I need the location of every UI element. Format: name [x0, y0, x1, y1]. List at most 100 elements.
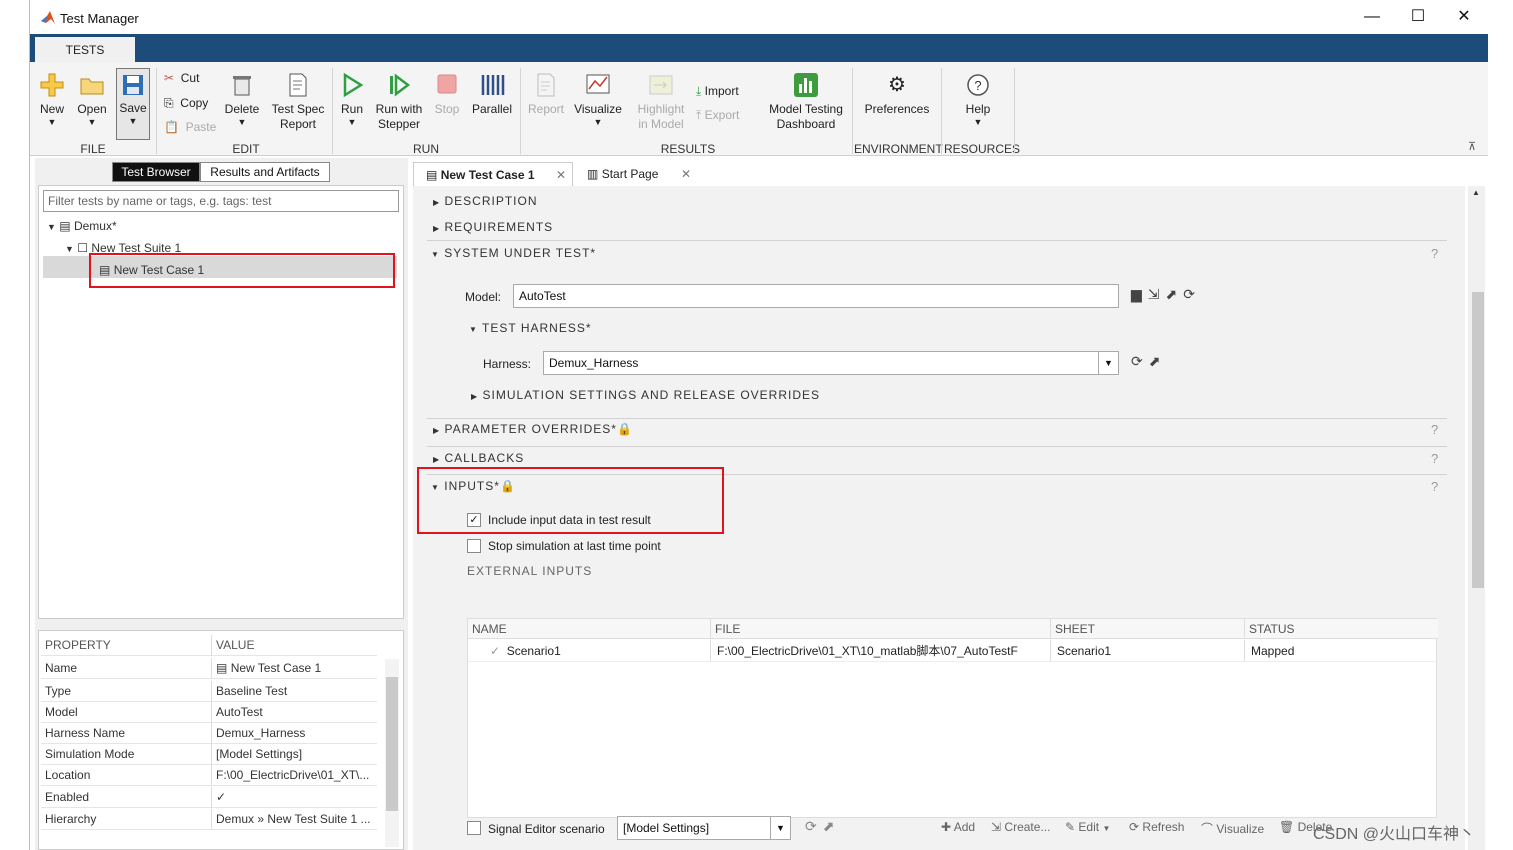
collapse-ribbon-icon[interactable]: ⊼: [1468, 140, 1476, 153]
maximize-button[interactable]: ☐: [1398, 6, 1438, 28]
visualize-icon: ⌒: [1201, 822, 1214, 836]
help-icon[interactable]: ?: [1431, 422, 1438, 437]
divider: [332, 68, 333, 154]
col-file[interactable]: FILE: [711, 619, 1051, 639]
row-checkbox[interactable]: ✓: [490, 644, 500, 658]
stop-button[interactable]: Stop: [432, 72, 462, 117]
close-window-button[interactable]: ✕: [1444, 6, 1484, 28]
highlight-icon: [649, 75, 673, 95]
editor-scrollbar[interactable]: ▲: [1468, 186, 1485, 850]
chevron-down-icon: ▼: [237, 117, 247, 127]
expand-arrow-icon[interactable]: ▼: [47, 222, 56, 232]
chevron-down-icon: ▼: [47, 117, 57, 127]
section-description[interactable]: ▶ DESCRIPTION: [433, 194, 538, 208]
test-spec-report-button[interactable]: Test Spec Report: [270, 72, 326, 132]
create-button[interactable]: ⇲ Create...: [991, 820, 1050, 834]
col-sheet[interactable]: SHEET: [1051, 619, 1245, 639]
refresh-icon: ⟳: [1129, 820, 1140, 834]
tab-start-page[interactable]: ▥ Start Page ✕: [585, 162, 705, 186]
run-button[interactable]: Run ▼: [338, 72, 366, 127]
scroll-thumb[interactable]: [1472, 292, 1484, 588]
section-edit: EDIT: [232, 142, 260, 156]
signal-editor-checkbox[interactable]: [467, 821, 481, 835]
section-callbacks[interactable]: ▶ CALLBACKS: [433, 451, 524, 465]
test-case-editor: ▶ DESCRIPTION ▶ REQUIREMENTS ▼ SYSTEM UN…: [413, 186, 1465, 850]
property-row: Hierarchy Demux » New Test Suite 1 ...: [41, 809, 377, 830]
filter-input[interactable]: Filter tests by name or tags, e.g. tags:…: [43, 190, 399, 212]
stop-simulation-checkbox[interactable]: [467, 539, 481, 553]
copy-button[interactable]: ⎘ Copy: [164, 96, 208, 111]
new-button[interactable]: New ▼: [36, 72, 68, 127]
external-inputs-heading: EXTERNAL INPUTS: [467, 564, 593, 578]
divider: [520, 68, 521, 154]
parallel-button[interactable]: Parallel: [470, 72, 514, 117]
expand-arrow-icon[interactable]: ▼: [65, 244, 74, 254]
tab-tests[interactable]: TESTS: [35, 37, 135, 63]
import-button[interactable]: ⤓ Import: [696, 84, 739, 99]
add-button[interactable]: ✚ Add: [941, 820, 975, 834]
signal-editor-label: Signal Editor scenario: [488, 822, 605, 836]
signal-editor-dropdown[interactable]: [Model Settings] ▼: [617, 816, 791, 840]
harness-dropdown[interactable]: Demux_Harness ▼: [543, 351, 1119, 375]
table-row-sheet[interactable]: Scenario1: [1051, 640, 1245, 662]
table-row-name[interactable]: ✓ Scenario1: [468, 640, 711, 662]
section-simulation-settings[interactable]: ▶ SIMULATION SETTINGS AND RELEASE OVERRI…: [471, 388, 820, 402]
tab-results-artifacts[interactable]: Results and Artifacts: [200, 162, 330, 182]
visualize-input-button[interactable]: ⌒ Visualize: [1201, 820, 1264, 837]
minimize-button[interactable]: —: [1352, 6, 1392, 28]
table-row-status[interactable]: Mapped: [1245, 640, 1438, 662]
help-button[interactable]: ? Help ▼: [962, 72, 994, 127]
paste-button[interactable]: 📋 Paste: [164, 120, 216, 135]
chevron-down-icon[interactable]: ▼: [770, 817, 790, 839]
close-tab-icon[interactable]: ✕: [681, 162, 691, 186]
help-icon[interactable]: ?: [1431, 246, 1438, 261]
tree-item-file[interactable]: ▼ ▤ Demux*: [47, 219, 117, 233]
report-button[interactable]: Report: [526, 72, 566, 117]
help-icon: ?: [967, 74, 989, 96]
scroll-up-icon[interactable]: ▲: [1472, 188, 1480, 197]
table-row-file[interactable]: F:\00_ElectricDrive\01_XT\10_matlab脚本\07…: [711, 640, 1051, 662]
report-icon: [537, 73, 555, 97]
enabled-checkbox[interactable]: ✓: [216, 787, 376, 808]
plus-icon: ✚: [941, 820, 952, 834]
expand-arrow-icon: ▶: [433, 426, 441, 435]
tab-test-browser[interactable]: Test Browser: [112, 162, 200, 182]
import-icon: ⤓: [696, 84, 702, 98]
parallel-icon: [481, 75, 505, 95]
divider: [852, 68, 853, 154]
tab-new-test-case[interactable]: ▤ New Test Case 1 ✕: [413, 162, 573, 186]
model-tool-icons[interactable]: ▆⇲⬈⟳: [1131, 286, 1201, 303]
section-requirements[interactable]: ▶ REQUIREMENTS: [433, 220, 553, 234]
property-row: Enabled ✓: [41, 787, 377, 808]
save-button[interactable]: Save ▼: [116, 68, 150, 140]
signal-tool-icons[interactable]: ⟳⬈: [805, 818, 840, 835]
help-icon[interactable]: ?: [1431, 451, 1438, 466]
preferences-button[interactable]: ⚙ Preferences: [862, 72, 932, 117]
section-system-under-test[interactable]: ▼ SYSTEM UNDER TEST*: [431, 246, 596, 260]
visualize-button[interactable]: Visualize ▼: [574, 72, 622, 127]
model-field[interactable]: AutoTest: [513, 284, 1119, 308]
cut-button[interactable]: ✂ Cut: [164, 71, 199, 86]
help-icon[interactable]: ?: [1431, 479, 1438, 494]
external-inputs-table: NAME FILE SHEET STATUS ✓ Scenario1 F:\00…: [467, 618, 1438, 818]
edit-button[interactable]: ✎ Edit ▼: [1065, 820, 1110, 834]
run-with-stepper-button[interactable]: Run with Stepper: [372, 72, 426, 132]
harness-tool-icons[interactable]: ⟳⬈: [1131, 353, 1166, 370]
model-testing-dashboard-button[interactable]: Model Testing Dashboard: [766, 72, 846, 132]
close-tab-icon[interactable]: ✕: [556, 163, 566, 187]
open-button[interactable]: Open ▼: [74, 72, 110, 127]
delete-button[interactable]: Delete ▼: [222, 72, 262, 127]
col-name[interactable]: NAME: [468, 619, 711, 639]
section-test-harness[interactable]: ▼ TEST HARNESS*: [469, 321, 592, 335]
refresh-button[interactable]: ⟳ Refresh: [1129, 820, 1184, 834]
section-parameter-overrides[interactable]: ▶ PARAMETER OVERRIDES*🔒: [433, 422, 633, 436]
chevron-down-icon[interactable]: ▼: [1098, 352, 1118, 374]
export-button[interactable]: ⤒ Export: [696, 108, 739, 123]
expand-arrow-icon: ▶: [433, 455, 441, 464]
visualize-chart-icon: [586, 74, 610, 94]
col-status[interactable]: STATUS: [1245, 619, 1438, 639]
save-disk-icon: [123, 75, 143, 95]
property-scrollbar[interactable]: [385, 659, 399, 847]
export-icon: ⤒: [696, 108, 702, 122]
highlight-in-model-button[interactable]: Highlight in Model: [634, 72, 688, 132]
